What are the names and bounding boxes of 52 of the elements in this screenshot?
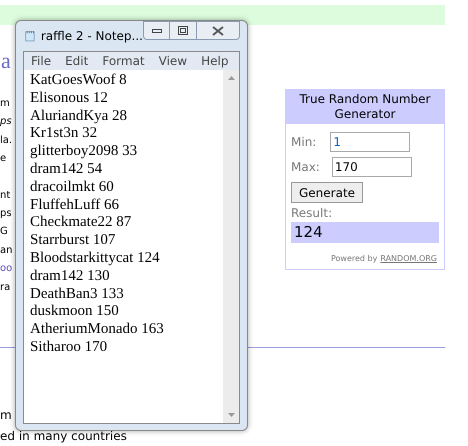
max-field[interactable]: 170	[332, 157, 412, 177]
page-text: nt	[0, 188, 10, 203]
text-line: FluffehLuff 66	[30, 196, 120, 214]
text-line: Starrburst 107	[30, 232, 116, 250]
text-line: dram142 54	[30, 160, 104, 179]
text-line: duskmoon 150	[30, 303, 120, 322]
page-text[interactable]: oo	[0, 260, 12, 279]
text-line: DeathBan3 133	[30, 286, 125, 304]
window-title: raffle 2 - Notep...	[40, 28, 143, 45]
page-text: m	[0, 97, 10, 111]
text-line: Checkmate22 87	[30, 214, 132, 232]
text-line: KatGoesWoof 8	[30, 72, 128, 90]
page-text: ps	[0, 115, 12, 130]
random-org-link[interactable]: RANDOM.ORG	[380, 253, 437, 265]
menu-item[interactable]: Help	[201, 52, 228, 70]
page-text: ed in many countries	[0, 428, 127, 445]
text-line: dram142 130	[30, 268, 111, 286]
result-label: Result:	[291, 205, 334, 222]
minimize-icon	[152, 28, 162, 32]
close-icon	[212, 26, 224, 36]
min-label: Min:	[291, 134, 316, 151]
maximize-button[interactable]	[170, 21, 196, 40]
page-text: e	[0, 152, 6, 166]
menu-item[interactable]: View	[158, 52, 188, 70]
page-text: ra	[0, 280, 10, 295]
page-text: G	[0, 225, 8, 240]
menu-item[interactable]: Edit	[65, 52, 88, 70]
powered-by-text: Powered by	[330, 253, 378, 265]
page-text: an	[0, 244, 12, 258]
maximize-icon	[178, 26, 188, 35]
generate-button[interactable]: Generate	[291, 182, 364, 203]
menu-item[interactable]: File	[31, 52, 52, 70]
page-text: ps	[0, 207, 12, 222]
min-field[interactable]: 1	[330, 132, 410, 152]
text-line: Elisonous 12	[30, 90, 109, 108]
text-line: Kr1st3n 32	[30, 125, 98, 144]
text-line: glitterboy2098 33	[30, 143, 138, 161]
text-line: dracoilmkt 60	[30, 178, 115, 197]
widget-title: True Random Number Generator	[286, 90, 444, 124]
text-line: AtheriumMonado 163	[30, 321, 165, 339]
menu-item[interactable]: Format	[102, 52, 145, 70]
page-text: la.	[0, 134, 12, 148]
minimize-button[interactable]	[143, 21, 170, 40]
text-line: AluriandKya 28	[30, 108, 128, 126]
heading-text: a	[1, 48, 12, 74]
text-line: Sitharoo 170	[30, 338, 108, 357]
notepad-icon	[25, 28, 35, 44]
result-value: 124	[291, 222, 439, 243]
max-label: Max:	[291, 159, 320, 176]
close-button[interactable]	[196, 21, 240, 40]
page-text: m	[0, 407, 12, 424]
text-line: Bloodstarkittycat 124	[30, 250, 161, 268]
